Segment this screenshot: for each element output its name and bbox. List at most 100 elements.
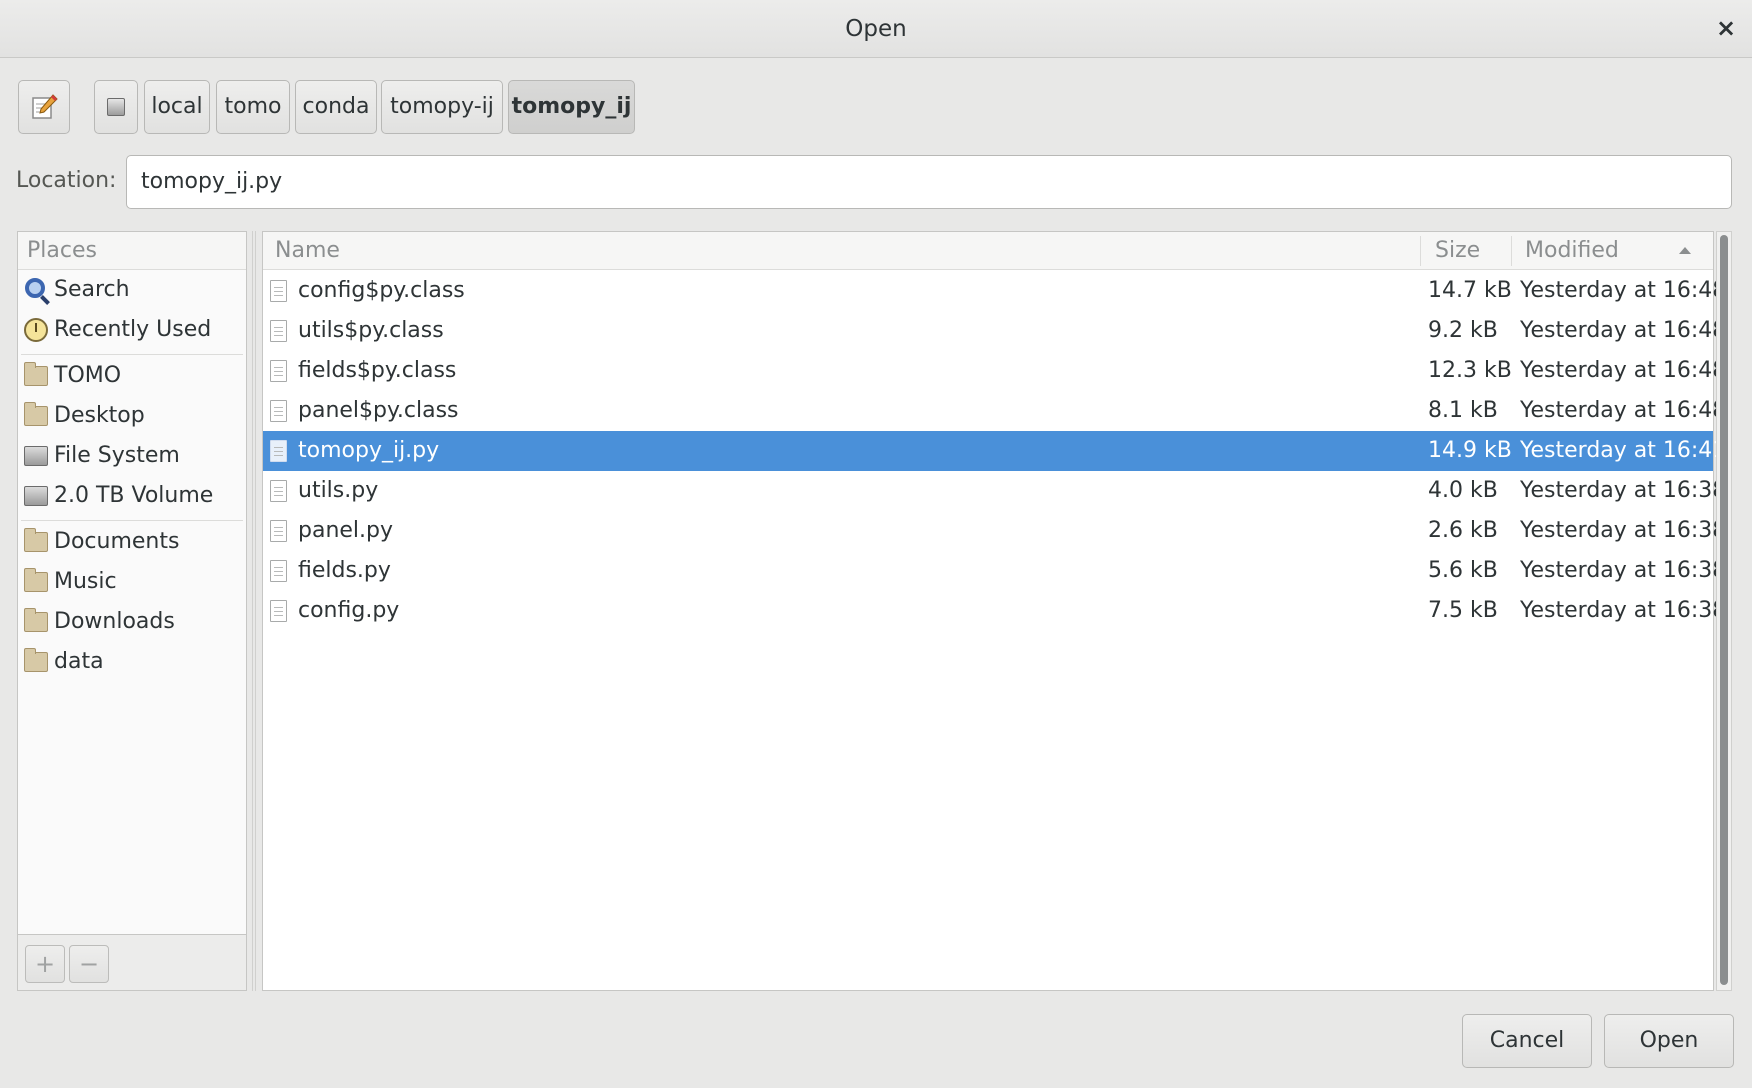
place-music[interactable]: Music <box>18 563 246 601</box>
file-name: fields.py <box>298 558 391 583</box>
edit-location-button[interactable] <box>18 80 70 134</box>
place-documents[interactable]: Documents <box>18 523 246 561</box>
file-modified: Yesterday at 16:48 <box>1520 358 1727 383</box>
file-size: 8.1 kB <box>1428 398 1498 423</box>
search-icon <box>25 278 45 298</box>
open-button[interactable]: Open <box>1604 1014 1734 1068</box>
place-recently-used[interactable]: Recently Used <box>18 311 246 349</box>
file-name: panel.py <box>298 518 394 543</box>
drive-icon <box>24 486 48 506</box>
place-desktop[interactable]: Desktop <box>18 397 246 435</box>
file-modified: Yesterday at 16:38 <box>1520 518 1727 543</box>
dialog-title: Open <box>845 16 907 42</box>
close-button[interactable]: × <box>1710 12 1742 44</box>
column-size[interactable]: Size <box>1435 232 1480 270</box>
file-row[interactable]: utils$py.class 9.2 kB Yesterday at 16:48 <box>263 311 1726 351</box>
sort-ascending-icon <box>1679 247 1691 254</box>
place-label: Documents <box>54 529 180 554</box>
text-file-icon <box>270 320 287 342</box>
file-modified: Yesterday at 16:38 <box>1520 598 1727 623</box>
file-modified: Yesterday at 16:48 <box>1520 318 1727 343</box>
breadcrumb-tomopy_ij[interactable]: tomopy_ij <box>508 80 635 134</box>
place-label: Search <box>54 277 130 302</box>
cancel-button[interactable]: Cancel <box>1462 1014 1592 1068</box>
file-row[interactable]: fields.py 5.6 kB Yesterday at 16:38 <box>263 551 1726 591</box>
place-search[interactable]: Search <box>18 271 246 309</box>
location-input[interactable]: tomopy_ij.py <box>126 155 1732 209</box>
text-file-icon <box>270 440 287 462</box>
text-file-icon <box>270 360 287 382</box>
text-file-icon <box>270 280 287 302</box>
place-label: 2.0 TB Volume <box>54 483 214 508</box>
file-name: utils$py.class <box>298 318 444 343</box>
file-size: 14.7 kB <box>1428 278 1512 303</box>
file-size: 5.6 kB <box>1428 558 1498 583</box>
place-file-system[interactable]: File System <box>18 437 246 475</box>
text-file-icon <box>270 600 287 622</box>
breadcrumb-tomopy-ij[interactable]: tomopy-ij <box>381 80 503 134</box>
file-name: tomopy_ij.py <box>298 438 440 463</box>
separator <box>21 354 243 355</box>
file-size: 7.5 kB <box>1428 598 1498 623</box>
pencil-icon <box>32 94 58 119</box>
drive-icon <box>107 98 125 116</box>
file-modified: Yesterday at 16:48 <box>1520 278 1727 303</box>
pane-divider[interactable] <box>252 231 256 991</box>
file-size: 14.9 kB <box>1428 438 1512 463</box>
column-name[interactable]: Name <box>275 232 340 270</box>
text-file-icon <box>270 400 287 422</box>
place-label: File System <box>54 443 180 468</box>
place-data[interactable]: data <box>18 643 246 681</box>
place-label: Music <box>54 569 117 594</box>
file-modified: Yesterday at 16:38 <box>1520 478 1727 503</box>
file-row[interactable]: config.py 7.5 kB Yesterday at 16:38 <box>263 591 1726 631</box>
file-row[interactable]: utils.py 4.0 kB Yesterday at 16:38 <box>263 471 1726 511</box>
file-name: config.py <box>298 598 400 623</box>
file-size: 12.3 kB <box>1428 358 1512 383</box>
file-row-selected[interactable]: tomopy_ij.py 14.9 kB Yesterday at 16:41 <box>263 431 1726 471</box>
file-modified: Yesterday at 16:38 <box>1520 558 1727 583</box>
text-file-icon <box>270 520 287 542</box>
clock-icon <box>24 318 48 342</box>
place-volume[interactable]: 2.0 TB Volume <box>18 477 246 515</box>
title-bar: Open × <box>0 0 1752 58</box>
documents-folder-icon <box>24 528 48 552</box>
file-modified: Yesterday at 16:48 <box>1520 398 1727 423</box>
file-name: utils.py <box>298 478 379 503</box>
file-size: 9.2 kB <box>1428 318 1498 343</box>
place-downloads[interactable]: Downloads <box>18 603 246 641</box>
file-name: fields$py.class <box>298 358 457 383</box>
remove-bookmark-button[interactable]: − <box>69 945 109 983</box>
file-row[interactable]: panel.py 2.6 kB Yesterday at 16:38 <box>263 511 1726 551</box>
add-bookmark-button[interactable]: + <box>25 945 65 983</box>
folder-icon <box>24 648 48 672</box>
place-label: Recently Used <box>54 317 212 342</box>
breadcrumb-root[interactable] <box>94 80 138 134</box>
places-header: Places <box>18 232 246 270</box>
file-row[interactable]: fields$py.class 12.3 kB Yesterday at 16:… <box>263 351 1726 391</box>
drive-icon <box>24 446 48 466</box>
file-list-header: Name Size Modified <box>263 232 1713 270</box>
column-modified[interactable]: Modified <box>1525 232 1619 270</box>
breadcrumb-conda[interactable]: conda <box>295 80 377 134</box>
location-label: Location: <box>16 168 117 193</box>
file-row[interactable]: panel$py.class 8.1 kB Yesterday at 16:48 <box>263 391 1726 431</box>
breadcrumb-local[interactable]: local <box>144 80 210 134</box>
breadcrumb-tomo[interactable]: tomo <box>216 80 290 134</box>
downloads-folder-icon <box>24 608 48 632</box>
place-tomo[interactable]: TOMO <box>18 357 246 395</box>
text-file-icon <box>270 480 287 502</box>
file-list-scrollbar[interactable] <box>1716 231 1732 991</box>
file-size: 4.0 kB <box>1428 478 1498 503</box>
place-label: Desktop <box>54 403 145 428</box>
music-folder-icon <box>24 568 48 592</box>
text-file-icon <box>270 560 287 582</box>
desktop-folder-icon <box>24 402 48 426</box>
place-label: data <box>54 649 104 674</box>
scrollbar-thumb[interactable] <box>1720 235 1728 985</box>
file-name: config$py.class <box>298 278 465 303</box>
home-folder-icon <box>24 362 48 386</box>
file-row[interactable]: config$py.class 14.7 kB Yesterday at 16:… <box>263 271 1726 311</box>
file-name: panel$py.class <box>298 398 459 423</box>
place-label: Downloads <box>54 609 175 634</box>
